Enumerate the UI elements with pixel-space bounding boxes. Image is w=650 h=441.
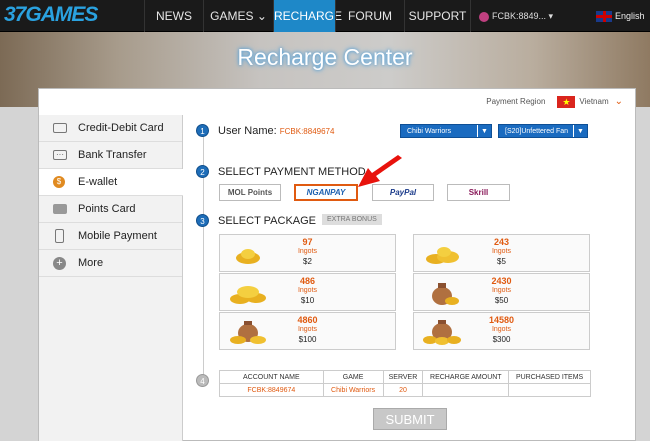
user-menu[interactable]: FCBK:8849... ▾	[470, 0, 583, 32]
package-2430[interactable]: 2430 Ingots $50	[413, 273, 590, 311]
sidebar-item-e-wallet[interactable]: $ E-wallet	[39, 169, 183, 196]
cell-game: Chibi Warriors	[322, 383, 384, 397]
mobile-icon	[55, 229, 64, 243]
wallet-icon: $	[53, 176, 65, 188]
package-4860[interactable]: 4860 Ingots $100	[219, 312, 396, 350]
language-label: English	[615, 11, 645, 21]
logo-number: 37	[4, 3, 26, 26]
region-label: Payment Region	[486, 97, 546, 106]
payment-region: Payment Region ★ Vietnam ⌄	[486, 95, 623, 108]
step-1-badge: 1	[196, 124, 209, 137]
uk-flag-icon	[596, 11, 612, 23]
nav-games-label: GAMES	[210, 9, 254, 23]
money-bag-icon	[230, 321, 266, 344]
vietnam-flag-icon: ★	[557, 95, 576, 108]
plus-icon: +	[53, 257, 66, 270]
payment-method-label: Skrill	[468, 188, 489, 197]
package-486[interactable]: 486 Ingots $10	[219, 273, 396, 311]
step-4-badge: 4	[196, 374, 209, 387]
game-select[interactable]: Chibi Warriors ▼	[400, 124, 492, 138]
chevron-down-icon: ▼	[573, 125, 587, 137]
top-nav: 37GAMES NEWS GAMES ⌄ RECHARGE FORUM SUPP…	[0, 0, 650, 32]
username-label: User Name:	[218, 125, 277, 137]
payment-method-heading: SELECT PAYMENT METHOD	[218, 166, 366, 178]
step-2-badge: 2	[196, 165, 209, 178]
sidebar-item-mobile-payment[interactable]: Mobile Payment	[39, 223, 182, 250]
region-value[interactable]: Vietnam	[579, 97, 608, 106]
package-243[interactable]: 243 Ingots $5	[413, 234, 590, 272]
money-bag-icon	[423, 320, 461, 345]
nav-recharge[interactable]: RECHARGE	[273, 0, 342, 32]
sidebar-item-label: Points Card	[78, 203, 136, 215]
chevron-down-icon[interactable]: ⌄	[615, 96, 623, 107]
col-recharge-amount: RECHARGE AMOUNT	[422, 370, 510, 384]
credit-card-icon	[53, 123, 67, 133]
logo-text: GAMES	[25, 3, 98, 26]
col-account-name: ACCOUNT NAME	[219, 370, 324, 384]
payment-nganpay[interactable]: NGANPAY	[294, 184, 358, 201]
col-game: GAME	[322, 370, 384, 384]
package-heading: SELECT PACKAGE	[218, 215, 317, 227]
page-title: Recharge Center	[237, 44, 413, 70]
nav-support[interactable]: SUPPORT	[404, 0, 470, 32]
sidebar-item-label: Mobile Payment	[78, 230, 157, 242]
payment-skrill[interactable]: Skrill	[447, 184, 510, 201]
package-97[interactable]: 97 Ingots $2	[219, 234, 396, 272]
cell-purchased-items	[508, 383, 591, 397]
game-select-value: Chibi Warriors	[407, 128, 452, 135]
package-14580[interactable]: 14580 Ingots $300	[413, 312, 590, 350]
payment-mol-points[interactable]: MOL Points	[219, 184, 281, 201]
sidebar-item-bank-transfer[interactable]: ··· Bank Transfer	[39, 142, 182, 169]
bank-icon: ···	[53, 150, 67, 160]
username-row: User Name: FCBK:8849674	[218, 125, 334, 137]
nav-forum[interactable]: FORUM	[335, 0, 404, 32]
user-name: FCBK:8849...	[492, 11, 547, 21]
ingot-icon	[230, 286, 266, 304]
payment-method-label: NGANPAY	[306, 188, 346, 197]
sidebar-item-label: Credit-Debit Card	[78, 122, 164, 134]
cell-account-name: FCBK:8849674	[219, 383, 324, 397]
payment-method-label: MOL Points	[227, 188, 273, 197]
recharge-panel: Payment Region ★ Vietnam ⌄ Credit-Debit Car…	[38, 88, 636, 441]
step-3-badge: 3	[196, 214, 209, 227]
sidebar-item-points-card[interactable]: Points Card	[39, 196, 182, 223]
col-purchased-items: PURCHASED ITEMS	[508, 370, 591, 384]
sidebar-item-credit-debit-card[interactable]: Credit-Debit Card	[39, 115, 182, 142]
sidebar: Credit-Debit Card ··· Bank Transfer $ E-wa…	[39, 115, 183, 441]
language-selector[interactable]: English	[596, 0, 645, 32]
nav-games[interactable]: GAMES ⌄	[203, 0, 273, 32]
extra-bonus-badge: EXTRA BONUS	[322, 214, 382, 225]
username-value: FCBK:8849674	[279, 127, 335, 136]
sidebar-item-label: E-wallet	[78, 176, 118, 188]
cell-server: 20	[382, 383, 424, 397]
summary-table: ACCOUNT NAME GAME SERVER RECHARGE AMOUNT…	[219, 370, 591, 397]
red-arrow-icon	[358, 155, 402, 187]
server-select-value: [S20]Unfettered Fan	[505, 128, 569, 135]
nav-news[interactable]: NEWS	[144, 0, 203, 32]
sidebar-item-label: More	[78, 257, 104, 269]
cell-recharge-amount	[422, 383, 510, 397]
table-header-row: ACCOUNT NAME GAME SERVER RECHARGE AMOUNT…	[219, 370, 591, 384]
table-row: FCBK:8849674 Chibi Warriors 20	[219, 383, 591, 397]
ingot-icon	[426, 247, 459, 264]
points-card-icon	[53, 204, 67, 214]
logo[interactable]: 37GAMES	[4, 3, 98, 27]
submit-button[interactable]: SUBMIT	[373, 408, 447, 430]
ingot-icon	[236, 249, 260, 264]
money-bag-icon	[432, 283, 459, 305]
chevron-down-icon: ⌄	[256, 9, 267, 23]
chevron-down-icon: ▾	[548, 11, 554, 21]
sidebar-item-more[interactable]: + More	[39, 250, 182, 277]
sidebar-item-label: Bank Transfer	[78, 149, 147, 161]
avatar	[479, 11, 489, 22]
col-server: SERVER	[382, 370, 424, 384]
server-select[interactable]: [S20]Unfettered Fan ▼	[498, 124, 588, 138]
chevron-down-icon: ▼	[477, 125, 491, 137]
